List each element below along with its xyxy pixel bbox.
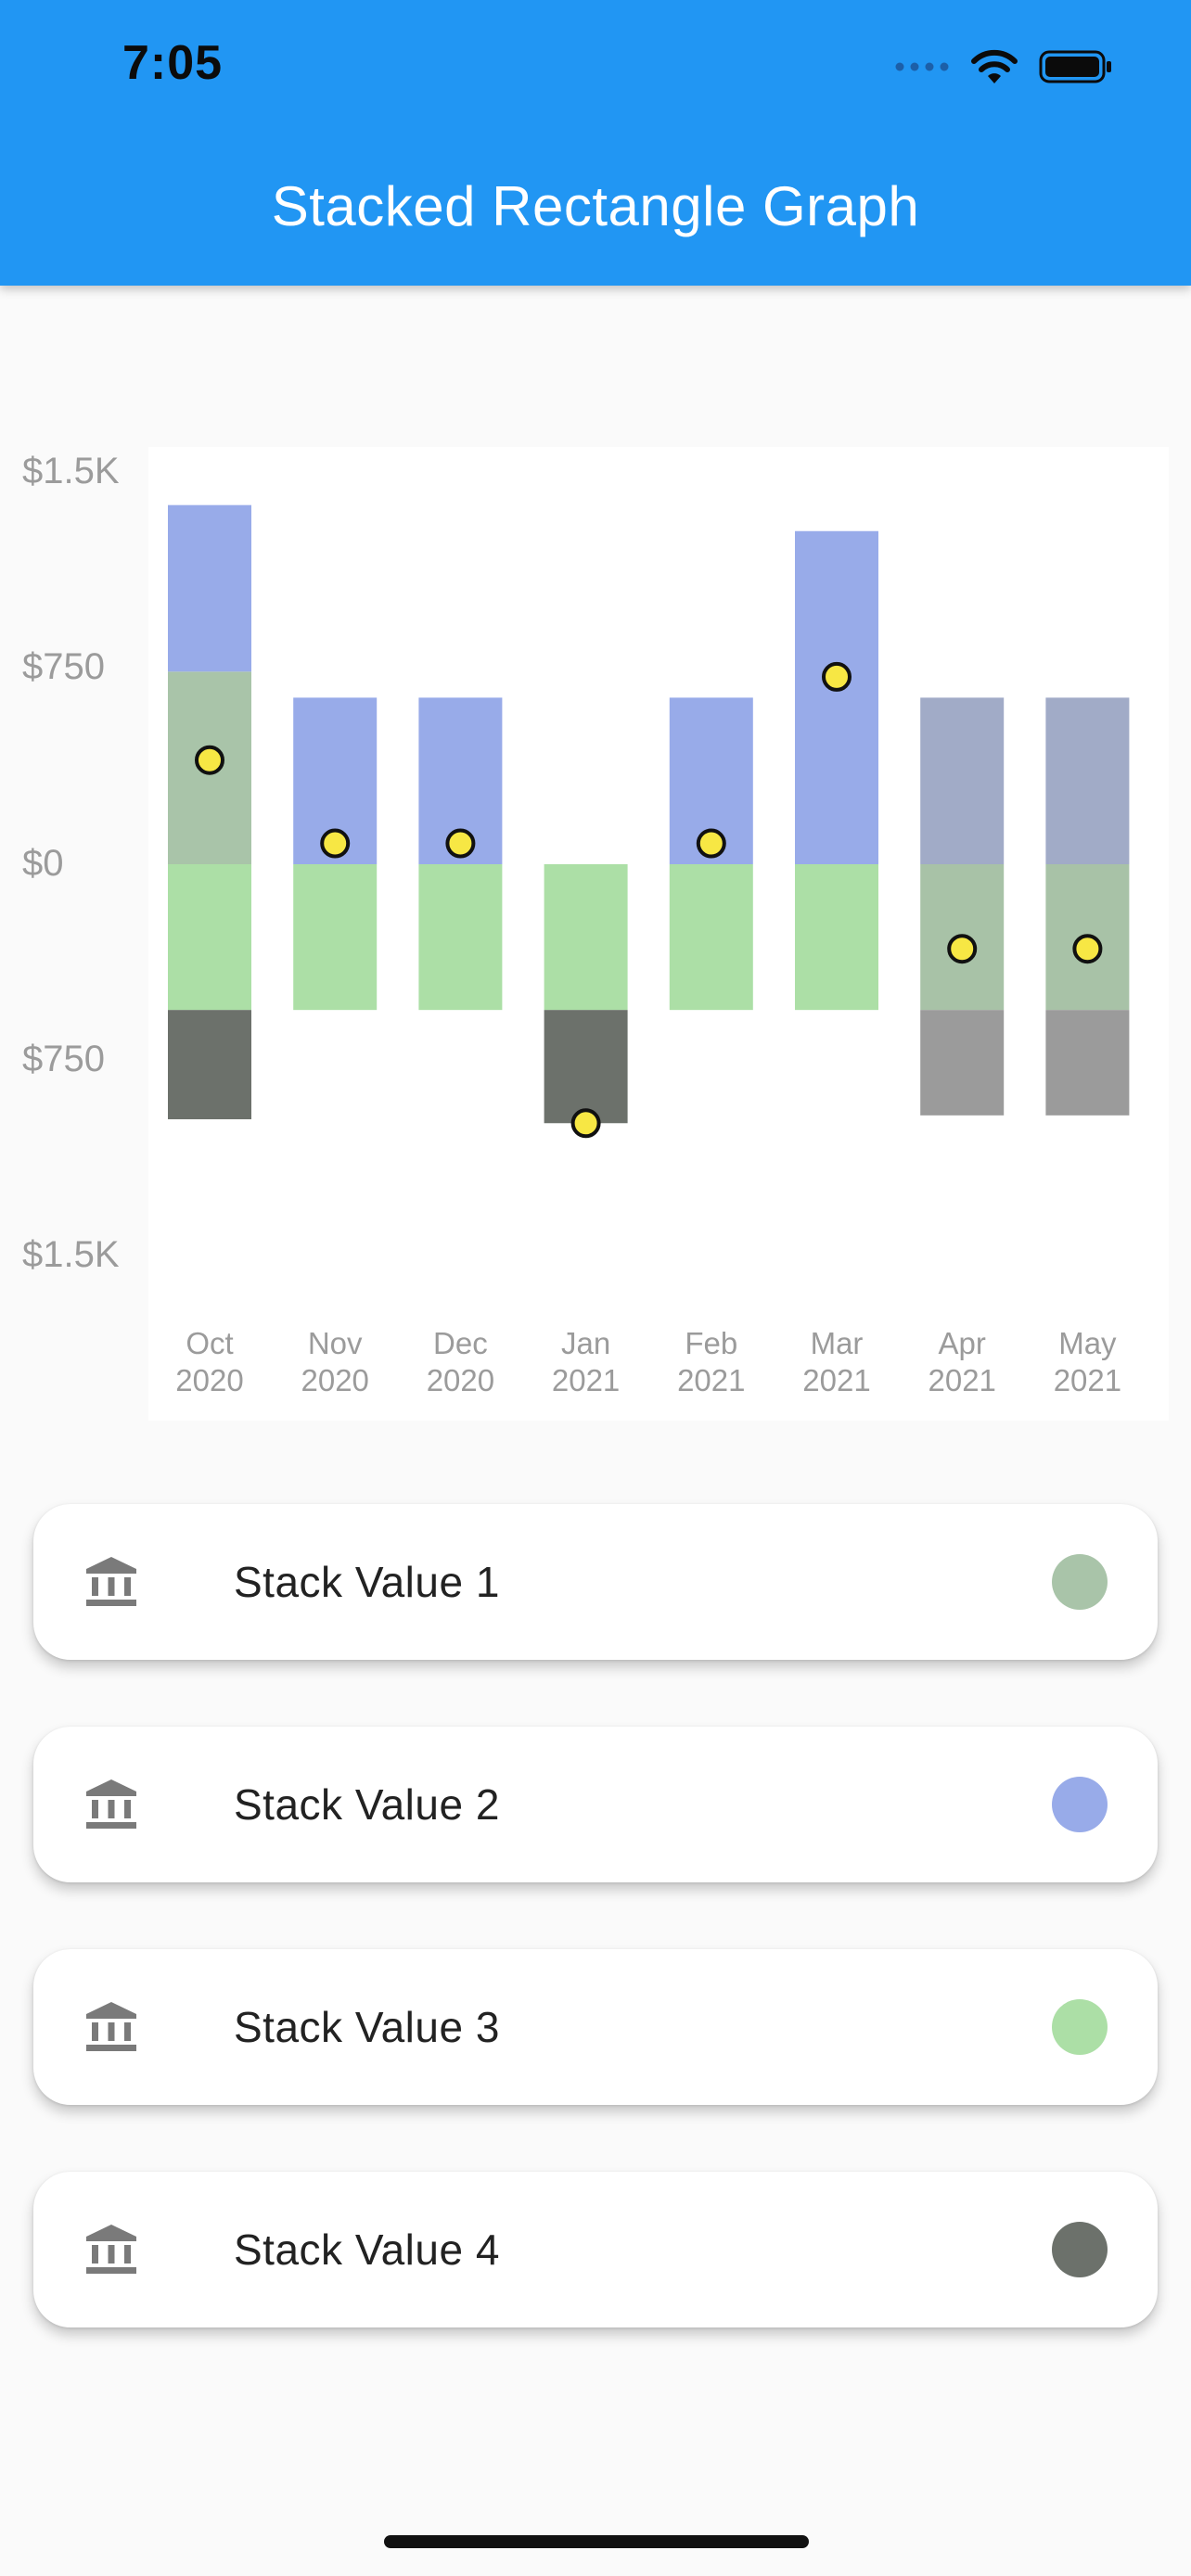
x-tick-label-month: May [1058, 1326, 1117, 1360]
signal-dots-icon [895, 62, 949, 71]
legend-color-dot [1052, 1999, 1108, 2055]
bar-segment [669, 864, 753, 1011]
x-tick-label-month: Jan [561, 1326, 610, 1360]
bank-icon [86, 2002, 136, 2051]
bank-icon [86, 1557, 136, 1606]
bar-segment [1045, 697, 1130, 864]
x-tick-label-year: 2020 [301, 1363, 368, 1397]
bar-segment [795, 530, 878, 864]
y-tick-label: $1.5K [22, 451, 120, 491]
status-icons [894, 46, 1113, 87]
status-time: 7:05 [122, 36, 224, 90]
y-tick-label: $750 [22, 1039, 105, 1079]
legend-card-label: Stack Value 1 [234, 1558, 500, 1606]
bar-segment [920, 697, 1005, 864]
x-tick-label-year: 2021 [928, 1363, 995, 1397]
value-marker [195, 745, 224, 775]
x-tick-label-month: Feb [685, 1326, 737, 1360]
bank-icon [86, 1779, 136, 1829]
legend-card-stack-value-1[interactable]: Stack Value 1 [33, 1504, 1158, 1660]
bar-segment [168, 504, 251, 672]
value-marker [570, 1108, 601, 1139]
bar-segment [544, 1010, 628, 1124]
y-tick-label: $750 [22, 646, 105, 687]
value-marker [696, 828, 726, 859]
bar-segment [418, 864, 503, 1011]
x-tick-label-month: Oct [186, 1326, 233, 1360]
legend-card-label: Stack Value 4 [234, 2225, 500, 2274]
x-tick-label-month: Mar [811, 1326, 864, 1360]
x-tick-label-year: 2021 [802, 1363, 870, 1397]
chart-plot-area: Oct 2020 Nov 2020 Dec 2020 Jan 2021 Feb 2021 Mar 20… [148, 447, 1169, 1421]
value-marker [445, 828, 476, 859]
legend-card-label: Stack Value 2 [234, 1780, 500, 1829]
value-marker [822, 661, 852, 692]
x-tick-label-month: Dec [433, 1326, 488, 1360]
legend-color-dot [1052, 1777, 1108, 1832]
x-tick-label-year: 2021 [552, 1363, 620, 1397]
legend-color-dot [1052, 1554, 1108, 1610]
legend-card-stack-value-2[interactable]: Stack Value 2 [33, 1727, 1158, 1882]
bar-segment [168, 1010, 251, 1120]
y-tick-label: $0 [22, 843, 64, 884]
stacked-bar-chart: Oct2020Nov2020Dec2020Jan2021Feb2021Mar20… [168, 504, 1130, 1397]
x-tick-label-year: 2021 [1054, 1363, 1121, 1397]
y-tick-label: $1.5K [22, 1234, 120, 1275]
x-tick-label-year: 2021 [677, 1363, 745, 1397]
legend-color-dot [1052, 2222, 1108, 2277]
value-marker [1072, 934, 1103, 964]
bar-segment [795, 864, 878, 1011]
legend-card-label: Stack Value 3 [234, 2003, 500, 2051]
value-marker [947, 934, 978, 964]
bank-icon [86, 2225, 136, 2274]
bar-segment [293, 864, 378, 1011]
x-tick-label-month: Nov [308, 1326, 363, 1360]
value-marker [320, 828, 351, 859]
x-tick-label-month: Apr [939, 1326, 986, 1360]
bar-segment [920, 1010, 1005, 1116]
bar-segment [544, 864, 628, 1011]
battery-icon [1039, 50, 1111, 83]
legend-card-stack-value-3[interactable]: Stack Value 3 [33, 1949, 1158, 2105]
app-bar: 7:05 Stacked Rectangle Graph [0, 0, 1191, 286]
page-title: Stacked Rectangle Graph [271, 175, 920, 237]
home-indicator [384, 2535, 809, 2548]
x-tick-label-year: 2020 [427, 1363, 494, 1397]
legend-card-stack-value-4[interactable]: Stack Value 4 [33, 2172, 1158, 2327]
bar-segment [168, 864, 251, 1011]
x-tick-label-year: 2020 [175, 1363, 243, 1397]
wifi-icon [971, 49, 1018, 83]
bar-segment [1045, 1010, 1130, 1116]
